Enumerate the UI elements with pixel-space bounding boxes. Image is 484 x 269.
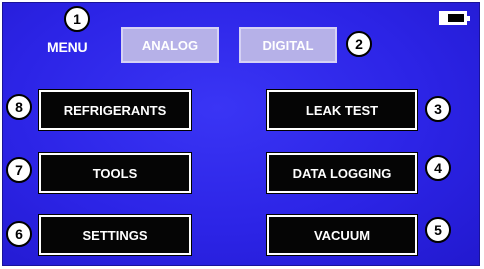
callout-4: 4 [425, 155, 451, 181]
tools-button[interactable]: TOOLS [38, 152, 192, 194]
refrigerants-button[interactable]: REFRIGERANTS [38, 89, 192, 131]
callout-1: 1 [64, 6, 90, 32]
vacuum-button[interactable]: VACUUM [266, 214, 418, 256]
callout-6: 6 [6, 221, 32, 247]
callout-3: 3 [425, 96, 451, 122]
menu-label: MENU [47, 39, 88, 55]
callout-7: 7 [6, 157, 32, 183]
battery-icon [439, 11, 470, 25]
leak-test-button[interactable]: LEAK TEST [266, 89, 418, 131]
device-screen: MENU ANALOG DIGITAL REFRIGERANTS TOOLS S… [2, 2, 480, 266]
data-logging-button[interactable]: DATA LOGGING [266, 152, 418, 194]
callout-2: 2 [346, 31, 372, 57]
tab-analog[interactable]: ANALOG [121, 27, 219, 63]
callout-5: 5 [425, 217, 451, 243]
settings-button[interactable]: SETTINGS [38, 214, 192, 256]
tab-digital[interactable]: DIGITAL [239, 27, 337, 63]
callout-8: 8 [6, 94, 32, 120]
battery-level [448, 14, 464, 22]
